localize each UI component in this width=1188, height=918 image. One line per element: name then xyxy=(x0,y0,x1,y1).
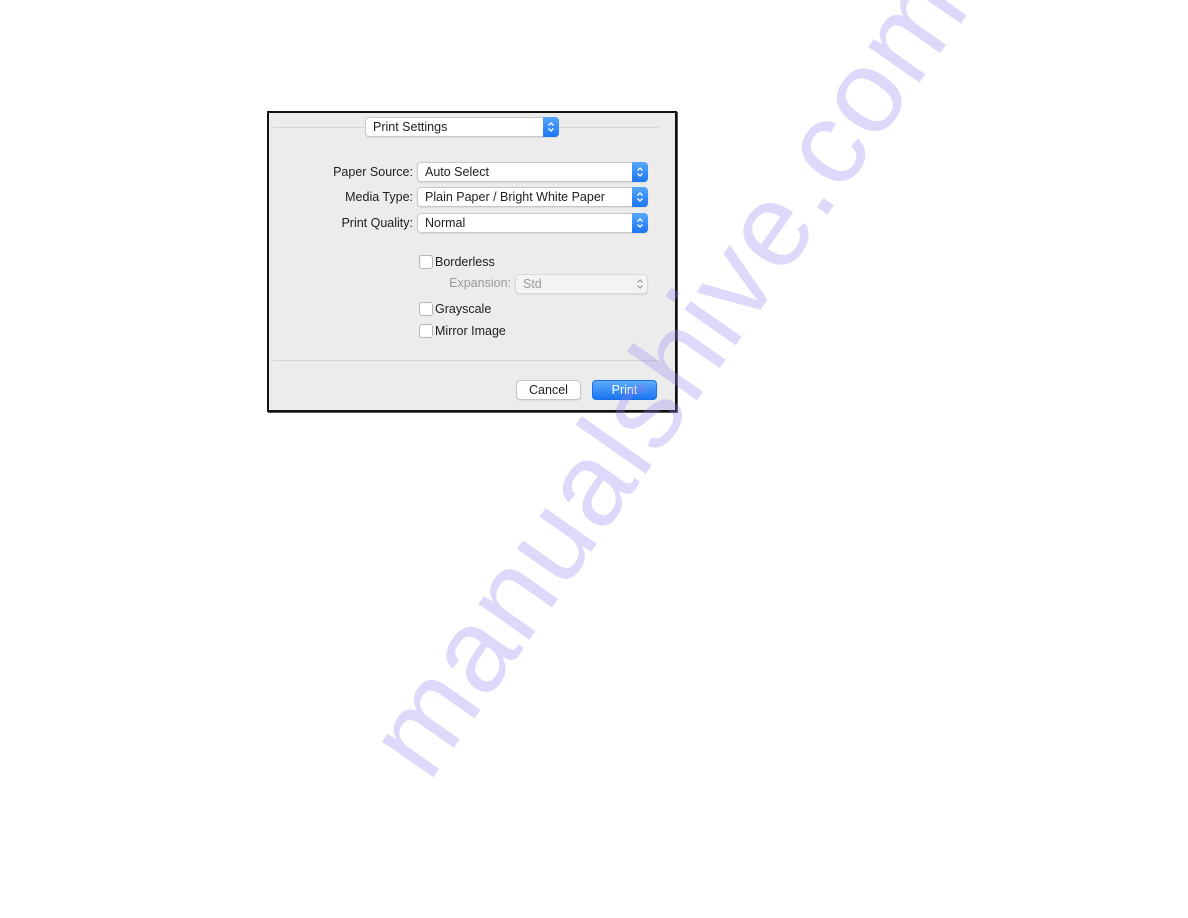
chevron-up-down-icon xyxy=(632,213,648,233)
chevron-up-down-icon xyxy=(632,187,648,207)
media-type-select[interactable]: Plain Paper / Bright White Paper xyxy=(417,187,648,207)
mirror-image-label[interactable]: Mirror Image xyxy=(435,323,506,339)
cancel-button[interactable]: Cancel xyxy=(516,380,581,400)
media-type-label: Media Type: xyxy=(345,190,413,204)
pane-selector-value: Print Settings xyxy=(373,120,448,134)
print-button[interactable]: Print xyxy=(592,380,657,400)
expansion-label: Expansion: xyxy=(449,276,511,290)
borderless-label[interactable]: Borderless xyxy=(435,254,495,270)
borderless-checkbox[interactable] xyxy=(419,255,433,269)
grayscale-label[interactable]: Grayscale xyxy=(435,301,491,317)
print-settings-dialog: Print Settings Paper Source: Auto Select… xyxy=(267,111,677,412)
paper-source-label: Paper Source: xyxy=(333,165,413,179)
paper-source-select[interactable]: Auto Select xyxy=(417,162,648,182)
print-quality-value: Normal xyxy=(425,216,466,230)
media-type-value: Plain Paper / Bright White Paper xyxy=(425,190,605,204)
mirror-image-checkbox[interactable] xyxy=(419,324,433,338)
bottom-divider xyxy=(273,360,659,361)
pane-selector-popup[interactable]: Print Settings xyxy=(365,117,559,137)
paper-source-value: Auto Select xyxy=(425,165,489,179)
print-quality-select[interactable]: Normal xyxy=(417,213,648,233)
expansion-value: Std xyxy=(523,277,542,291)
expansion-select[interactable]: Std xyxy=(515,274,648,294)
chevron-up-down-icon xyxy=(543,117,559,137)
print-quality-label: Print Quality: xyxy=(341,216,413,230)
chevron-up-down-icon xyxy=(632,274,648,294)
grayscale-checkbox[interactable] xyxy=(419,302,433,316)
chevron-up-down-icon xyxy=(632,162,648,182)
